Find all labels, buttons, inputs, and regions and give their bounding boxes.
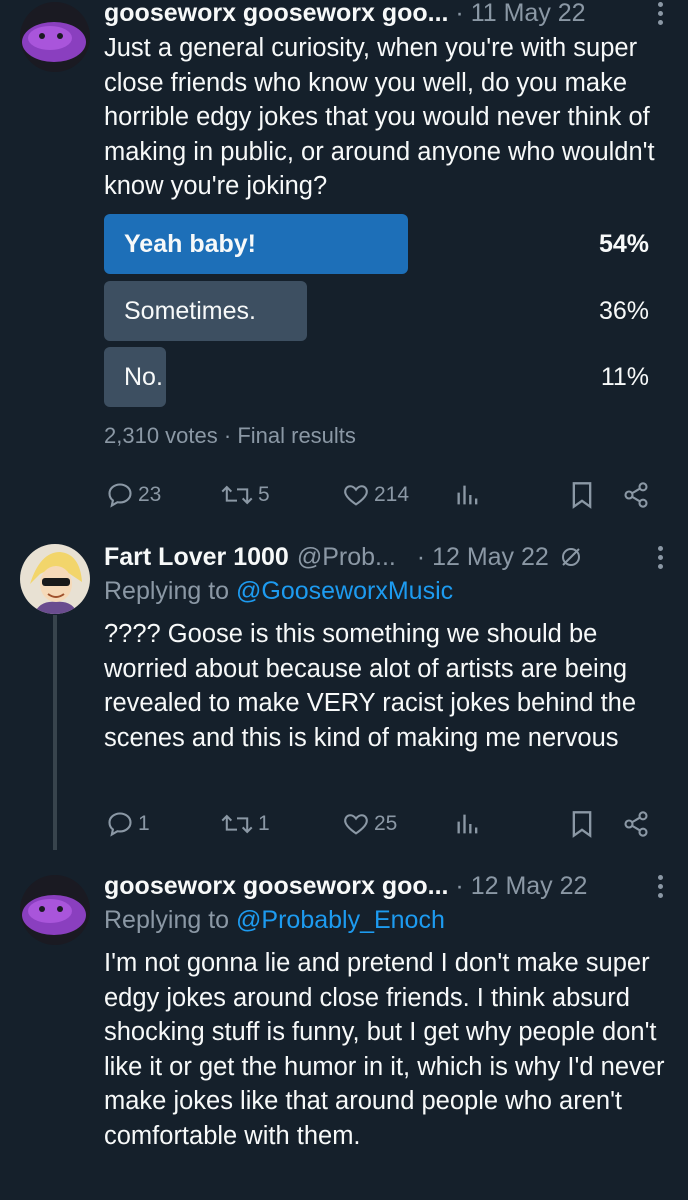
poll-option-percent: 54% <box>598 229 649 258</box>
tweet-actions: 23 5 214 <box>104 477 664 513</box>
bookmark-icon <box>572 811 592 838</box>
retweet-button[interactable]: 1 <box>220 806 270 842</box>
avatar[interactable] <box>20 875 90 945</box>
edited-icon <box>561 548 580 566</box>
more-options-icon[interactable] <box>656 2 664 28</box>
poll-option-percent: 11% <box>600 362 649 391</box>
tweet-text: ???? Goose is this something we should b… <box>104 620 637 752</box>
reply-button[interactable]: 1 <box>106 806 150 842</box>
more-options-icon[interactable] <box>656 875 664 901</box>
retweet-icon <box>221 485 253 505</box>
timestamp[interactable]: 11 May 22 <box>471 0 586 28</box>
poll-meta: 2,310 votes · Final results <box>104 423 356 448</box>
mention-link[interactable]: @GooseworxMusic <box>236 577 453 605</box>
display-name[interactable]: gooseworx gooseworx goo... <box>104 872 448 901</box>
reply-button[interactable]: 23 <box>106 477 161 513</box>
poll-option: No. 11% <box>104 347 649 407</box>
tweet-header: Fart Lover 1000 @Prob... · 12 May 22 <box>104 540 668 574</box>
poll-option: Yeah baby! 54% <box>104 214 649 274</box>
reply-icon <box>108 483 132 508</box>
replying-to: Replying to @GooseworxMusic <box>104 577 454 605</box>
views-button[interactable] <box>454 477 482 513</box>
mention-link[interactable]: @Probably_Enoch <box>236 906 445 934</box>
poll-option-label: Sometimes. <box>124 296 256 325</box>
like-button[interactable]: 25 <box>342 806 397 842</box>
retweet-icon <box>221 814 253 834</box>
analytics-icon <box>457 814 478 834</box>
user-handle[interactable]: @Prob... <box>297 543 396 572</box>
tweet-3[interactable]: gooseworx gooseworx goo... · 12 May 22 R… <box>0 860 688 1200</box>
heart-icon <box>344 485 368 506</box>
display-name[interactable]: Fart Lover 1000 <box>104 543 289 572</box>
tweet-1[interactable]: gooseworx gooseworx goo... · 11 May 22 J… <box>0 0 688 525</box>
poll-status: Final results <box>237 423 356 448</box>
display-name[interactable]: gooseworx gooseworx goo... <box>104 0 448 28</box>
retweet-button[interactable]: 5 <box>220 477 270 513</box>
like-button[interactable]: 214 <box>342 477 409 513</box>
share-icon <box>624 482 648 508</box>
replying-to: Replying to @Probably_Enoch <box>104 906 445 934</box>
bookmark-button[interactable] <box>569 477 595 513</box>
poll-option: Sometimes. 36% <box>104 281 649 341</box>
bookmark-icon <box>572 482 592 509</box>
avatar[interactable] <box>20 2 90 72</box>
poll-option-label: Yeah baby! <box>124 229 256 258</box>
share-button[interactable] <box>622 806 650 842</box>
share-icon <box>624 811 648 837</box>
poll-option-label: No. <box>124 362 163 391</box>
bookmark-button[interactable] <box>569 806 595 842</box>
tweet-text: Just a general curiosity, when you're wi… <box>104 34 655 200</box>
tweet-header: gooseworx gooseworx goo... · 11 May 22 <box>104 0 586 28</box>
heart-icon <box>344 814 368 835</box>
timestamp[interactable]: 12 May 22 <box>432 543 549 572</box>
share-button[interactable] <box>622 477 650 513</box>
more-options-icon[interactable] <box>656 546 664 572</box>
analytics-icon <box>457 485 478 505</box>
poll-votes: 2,310 votes <box>104 423 218 448</box>
tweet-text: I'm not gonna lie and pretend I don't ma… <box>104 949 665 1150</box>
poll-option-percent: 36% <box>598 296 649 325</box>
reply-icon <box>108 812 132 837</box>
avatar[interactable] <box>20 544 90 614</box>
tweet-2[interactable]: Fart Lover 1000 @Prob... · 12 May 22 Rep… <box>0 530 688 860</box>
tweet-actions: 1 1 25 <box>104 806 664 842</box>
views-button[interactable] <box>454 806 482 842</box>
timestamp[interactable]: 12 May 22 <box>471 872 588 901</box>
tweet-header: gooseworx gooseworx goo... · 12 May 22 <box>104 871 588 901</box>
